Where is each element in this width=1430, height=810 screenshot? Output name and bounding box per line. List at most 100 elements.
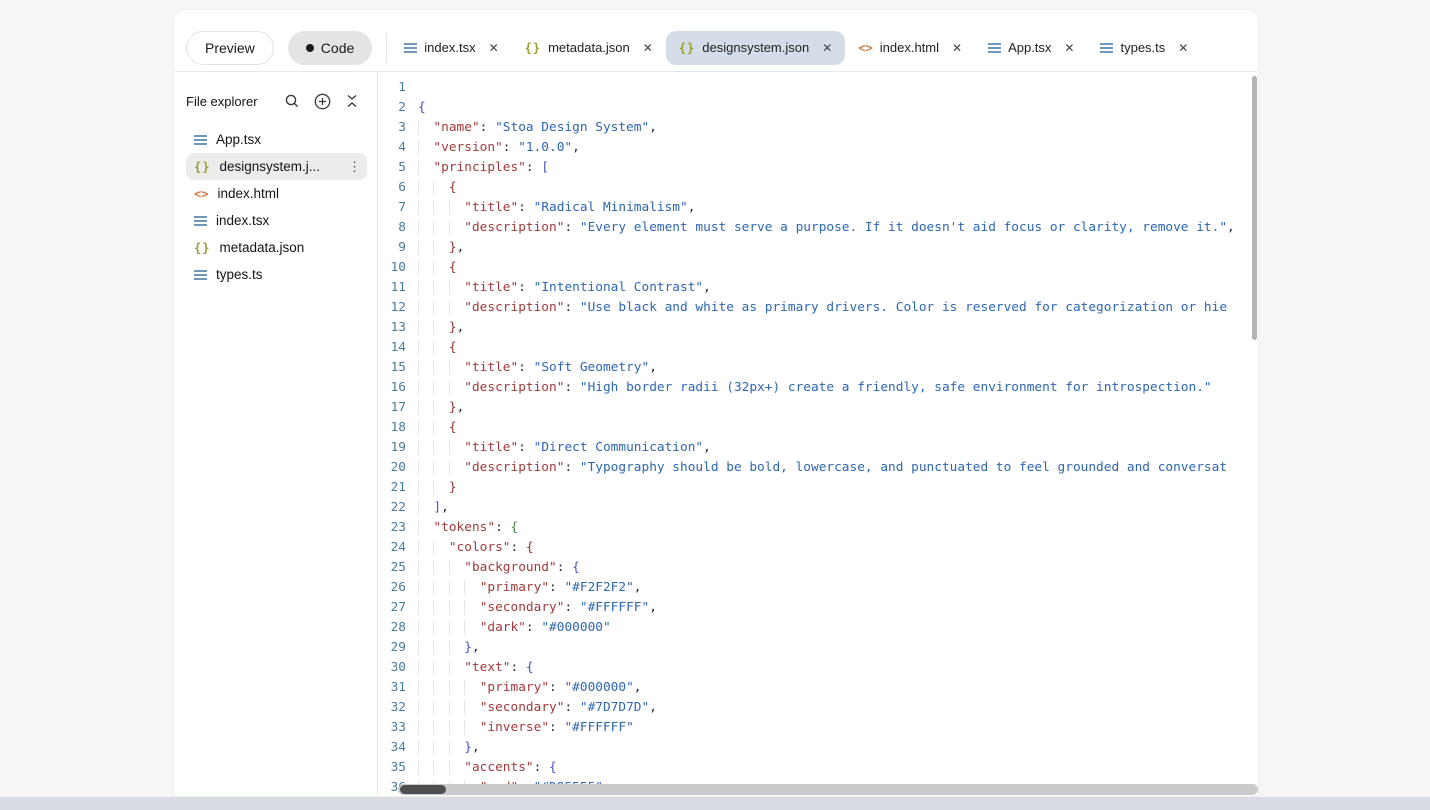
line-number: 22 [390, 500, 406, 515]
tab-close-icon[interactable]: ✕ [1178, 42, 1188, 54]
code-line: 28 "dark": "#000000" [378, 618, 1258, 638]
tab-label: index.html [879, 40, 939, 55]
code-active-dot-icon [305, 43, 314, 52]
code-text: "version": "1.0.0", [418, 138, 1258, 158]
code-text: "text": { [418, 658, 1258, 678]
screen: Preview Code index.tsx ✕{} metadata.json ✕{… [0, 0, 1430, 810]
line-number: 11 [390, 280, 406, 295]
file-row-metadata.json[interactable]: {} metadata.json [186, 234, 367, 261]
json-braces-icon: {} [678, 40, 696, 55]
file-name: metadata.json [219, 240, 305, 255]
code-text: "title": "Soft Geometry", [418, 358, 1258, 378]
file-name: index.html [217, 186, 279, 201]
line-number: 8 [398, 220, 406, 235]
line-number: 31 [390, 680, 406, 695]
code-button[interactable]: Code [287, 30, 373, 65]
line-number: 21 [390, 480, 406, 495]
code-line: 22 ], [378, 498, 1258, 518]
tab-index.html[interactable]: <> index.html ✕ [845, 31, 975, 65]
line-number: 33 [390, 720, 406, 735]
vertical-scrollbar[interactable] [1252, 74, 1257, 774]
tab-index.tsx[interactable]: index.tsx ✕ [391, 31, 511, 65]
file-lines-icon [988, 42, 1002, 53]
file-lines-icon [1100, 42, 1114, 53]
file-row-types.ts[interactable]: types.ts [186, 261, 367, 288]
line-number: 34 [390, 740, 406, 755]
tab-designsystem.json[interactable]: {} designsystem.json ✕ [665, 30, 846, 65]
code-text: "inverse": "#FFFFFF" [418, 718, 1258, 738]
line-number: 26 [390, 580, 406, 595]
code-line: 29 }, [378, 638, 1258, 658]
file-list: App.tsx {} designsystem.j... ⋮ <> index.html i… [186, 126, 367, 288]
tab-metadata.json[interactable]: {} metadata.json ✕ [512, 31, 666, 65]
file-lines-icon [194, 269, 207, 280]
line-number: 18 [390, 420, 406, 435]
json-braces-icon: {} [194, 159, 211, 174]
horizontal-scrollbar[interactable] [398, 784, 1258, 795]
horizontal-scrollbar-thumb[interactable] [400, 785, 446, 794]
content: File explorer App.tsx {} designsystem.j...… [174, 72, 1258, 795]
file-row-App.tsx[interactable]: App.tsx [186, 126, 367, 153]
line-number: 2 [398, 100, 406, 115]
tab-close-icon[interactable]: ✕ [1064, 42, 1074, 54]
json-braces-icon: {} [524, 40, 542, 55]
code-text: "description": "Every element must serve… [418, 218, 1258, 238]
code-line: 24 "colors": { [378, 538, 1258, 558]
add-file-icon[interactable] [307, 93, 337, 110]
code-line: 11 "title": "Intentional Contrast", [378, 278, 1258, 298]
code-text: "description": "High border radii (32px+… [418, 378, 1258, 398]
code-line: 2{ [378, 98, 1258, 118]
code-text: "accents": { [418, 758, 1258, 778]
code-text: "primary": "#F2F2F2", [418, 578, 1258, 598]
code-text: }, [418, 238, 1258, 258]
code-text: "description": "Use black and white as p… [418, 298, 1258, 318]
line-number: 15 [390, 360, 406, 375]
tab-App.tsx[interactable]: App.tsx ✕ [975, 31, 1087, 65]
tab-close-icon[interactable]: ✕ [952, 42, 962, 54]
file-name: designsystem.j... [219, 159, 320, 174]
file-menu-kebab-icon[interactable]: ⋮ [348, 160, 361, 173]
code-line: 14 { [378, 338, 1258, 358]
tab-types.ts[interactable]: types.ts ✕ [1087, 31, 1201, 65]
code-line: 1 [378, 78, 1258, 98]
search-icon[interactable] [277, 93, 307, 109]
code-line: 17 }, [378, 398, 1258, 418]
code-text: { [418, 178, 1258, 198]
line-number: 6 [398, 180, 406, 195]
file-name: types.ts [216, 267, 263, 282]
code-line: 31 "primary": "#000000", [378, 678, 1258, 698]
code-text: "tokens": { [418, 518, 1258, 538]
code-editor[interactable]: 1 2{3 "name": "Stoa Design System", 4 "ver… [378, 72, 1258, 795]
preview-button[interactable]: Preview [186, 30, 274, 65]
code-line: 18 { [378, 418, 1258, 438]
file-row-index.tsx[interactable]: index.tsx [186, 207, 367, 234]
code-line: 16 "description": "High border radii (32… [378, 378, 1258, 398]
line-number: 5 [398, 160, 406, 175]
code-line: 21 } [378, 478, 1258, 498]
line-number: 24 [390, 540, 406, 555]
code-line: 9 }, [378, 238, 1258, 258]
line-number: 25 [390, 560, 406, 575]
code-text: "secondary": "#FFFFFF", [418, 598, 1258, 618]
line-number: 17 [390, 400, 406, 415]
line-number: 4 [398, 140, 406, 155]
tab-strip: index.tsx ✕ {} metadata.json ✕ {} designsystem… [391, 30, 1258, 65]
tab-label: App.tsx [1008, 40, 1052, 55]
html-angle-brackets-icon: <> [858, 40, 873, 55]
collapse-icon[interactable] [337, 93, 367, 109]
line-number: 20 [390, 460, 406, 475]
tab-close-icon[interactable]: ✕ [489, 42, 499, 54]
file-explorer-header: File explorer [186, 88, 367, 114]
file-explorer-sidebar: File explorer App.tsx {} designsystem.j...… [174, 72, 378, 795]
file-row-index.html[interactable]: <> index.html [186, 180, 367, 207]
json-braces-icon: {} [194, 240, 211, 255]
tab-label: index.tsx [424, 40, 476, 55]
tab-label: types.ts [1120, 40, 1166, 55]
vertical-scrollbar-thumb[interactable] [1252, 76, 1257, 340]
html-angle-brackets-icon: <> [194, 186, 209, 201]
file-row-designsystem.j...[interactable]: {} designsystem.j... ⋮ [186, 153, 367, 180]
tab-close-icon[interactable]: ✕ [822, 42, 832, 54]
tab-close-icon[interactable]: ✕ [643, 42, 653, 54]
code-text: "title": "Radical Minimalism", [418, 198, 1258, 218]
line-number: 10 [390, 260, 406, 275]
